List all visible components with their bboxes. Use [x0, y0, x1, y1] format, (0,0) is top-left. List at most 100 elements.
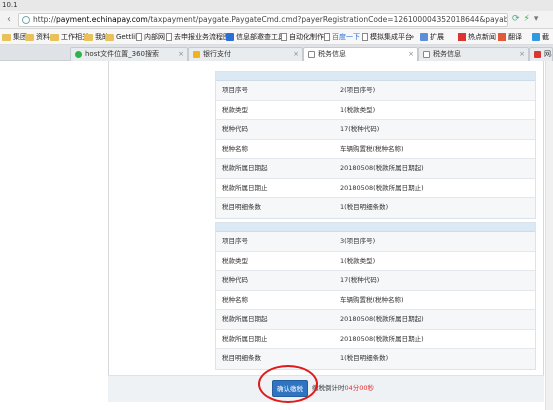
- address-bar: ‹ http://payment.echinapay.com/taxpaymen…: [0, 11, 553, 29]
- window-title-bar: 10.1: [0, 0, 553, 11]
- row-label: 税款所属日期起: [222, 164, 268, 172]
- table-body: 项目序号 3(项目序号) 税款类型 1(税款类型) 税种代码 17(税种代码) 税种名…: [216, 232, 535, 369]
- table-row: 项目序号 2(项目序号): [216, 81, 535, 101]
- menu-icon[interactable]: ▾: [534, 14, 539, 24]
- bookmark-item[interactable]: 集团: [2, 32, 27, 42]
- bookmark-item[interactable]: 热点新闻: [458, 32, 496, 42]
- star-icon: [193, 50, 200, 58]
- url-prefix: http://: [33, 15, 56, 24]
- row-label: 税款类型: [222, 256, 248, 265]
- bookmarks-overflow-icon[interactable]: »: [410, 32, 414, 42]
- row-label: 税款所属日期止: [222, 183, 268, 192]
- row-value: 1(税目明细条数): [340, 203, 389, 211]
- refresh-icon[interactable]: ⟳: [512, 14, 520, 24]
- row-value: 20180508(税款所属日期止): [340, 334, 424, 343]
- tab-tax-info[interactable]: 税务信息 ×: [418, 47, 529, 61]
- row-value: 车辆购置税(税种名称): [340, 144, 404, 153]
- row-value: 2(项目序号): [340, 86, 376, 94]
- row-label: 税款类型: [222, 105, 248, 114]
- table-body: 项目序号 2(项目序号) 税款类型 1(税款类型) 税种代码 17(税种代码) 税种名…: [216, 81, 535, 218]
- tab-bank-pay[interactable]: 银行支付 ×: [188, 47, 303, 61]
- bookmark-item[interactable]: 信息部邀查工具: [226, 32, 285, 42]
- close-icon[interactable]: ×: [178, 48, 184, 60]
- row-value: 20180508(税款所属日期起): [340, 315, 424, 323]
- row-value: 17(税种代码): [340, 276, 380, 284]
- row-label: 税目明细条数: [222, 203, 261, 211]
- page-content: 项目序号 2(项目序号) 税款类型 1(税款类型) 税种代码 17(税种代码) 税种名…: [0, 61, 553, 410]
- close-icon[interactable]: ×: [519, 48, 525, 60]
- table-row: 税种代码 17(税种代码): [216, 120, 535, 140]
- folder-icon: [105, 33, 114, 41]
- news-icon: [458, 33, 466, 41]
- folder-icon: [25, 33, 34, 41]
- table-row: 税目明细条数 1(税目明细条数): [216, 198, 535, 218]
- page-icon: [281, 33, 287, 41]
- bookmark-item[interactable]: Gettlib: [105, 32, 140, 42]
- back-arrow-icon[interactable]: ‹: [3, 14, 15, 26]
- tab-search[interactable]: host文件位置_360搜索 ×: [70, 47, 188, 61]
- table-row: 税种代码 17(税种代码): [216, 271, 535, 291]
- row-label: 税款所属日期起: [222, 315, 268, 323]
- row-value: 1(税目明细条数): [340, 354, 389, 362]
- row-value: 3(项目序号): [340, 237, 376, 245]
- row-value: 17(税种代码): [340, 125, 380, 133]
- table-row: 税款类型 1(税款类型): [216, 100, 535, 120]
- row-value: 1(税款类型): [340, 256, 376, 265]
- table-header: [216, 72, 535, 81]
- row-label: 税种代码: [222, 276, 248, 284]
- table-row: 税种名称 车辆购置税(税种名称): [216, 290, 535, 310]
- bookmark-item[interactable]: 截: [532, 32, 549, 42]
- url-input[interactable]: http://payment.echinapay.com/taxpayment/…: [18, 13, 508, 27]
- table-header: [216, 223, 535, 232]
- table-row: 税款所属日期起 20180508(税款所属日期起): [216, 310, 535, 330]
- tab-bar: host文件位置_360搜索× 银行支付× 税务信息× 税务信息× 网易邮箱: [0, 45, 553, 61]
- tab-mail[interactable]: 网易邮箱: [529, 47, 553, 61]
- bookmark-item[interactable]: 自动化制作: [281, 32, 324, 42]
- bookmark-item[interactable]: 模拟集成平台: [362, 32, 412, 42]
- bookmark-item[interactable]: 百度一下: [324, 32, 360, 42]
- row-label: 项目序号: [222, 86, 248, 94]
- bookmark-item[interactable]: 翻译: [498, 32, 522, 42]
- table-row: 税款所属日期起 20180508(税款所属日期起): [216, 159, 535, 179]
- page-icon: [362, 33, 368, 41]
- row-value: 车辆购置税(税种名称): [340, 295, 404, 304]
- window-title: 10.1: [2, 1, 18, 9]
- translate-icon: [498, 33, 506, 41]
- row-value: 1(税款类型): [340, 105, 376, 114]
- countdown-time: 04分00秒: [344, 384, 375, 392]
- page-icon: [308, 50, 315, 58]
- row-label: 税种代码: [222, 125, 248, 133]
- bookmark-item[interactable]: 扩展: [420, 32, 444, 42]
- table-row: 税款所属日期止 20180508(税款所属日期止): [216, 329, 535, 349]
- lightning-icon[interactable]: ⚡: [524, 14, 530, 24]
- page-icon: [324, 33, 330, 41]
- row-label: 税种名称: [222, 144, 248, 153]
- bookmark-item[interactable]: 资料: [25, 32, 50, 42]
- scrollbar[interactable]: [545, 61, 553, 410]
- info-icon: [226, 33, 234, 41]
- url-host: payment.echinapay.com: [55, 15, 148, 24]
- globe-icon: [22, 16, 30, 24]
- close-icon[interactable]: ×: [408, 48, 414, 60]
- bookmark-item[interactable]: 去申报业务流程图: [166, 32, 230, 42]
- payment-countdown: 缴税倒计时04分00秒: [312, 380, 374, 397]
- 360-icon: [75, 50, 82, 58]
- table-row: 项目序号 3(项目序号): [216, 232, 535, 252]
- folder-icon: [50, 33, 59, 41]
- tab-tax-info-active[interactable]: 税务信息 ×: [303, 47, 418, 61]
- row-value: 20180508(税款所属日期止): [340, 183, 424, 192]
- page-icon: [166, 33, 172, 41]
- close-icon[interactable]: ×: [293, 48, 299, 60]
- table-row: 税目明细条数 1(税目明细条数): [216, 349, 535, 369]
- bookmarks-bar: 集团 资料 工作相关 我的 Gettlib 内部网 去申报业务流程图 信息部邀查…: [0, 29, 553, 45]
- page-icon: [136, 33, 142, 41]
- tax-record-table: 项目序号 3(项目序号) 税款类型 1(税款类型) 税种代码 17(税种代码) 税种名…: [215, 222, 536, 370]
- bookmark-item[interactable]: 内部网: [136, 32, 165, 42]
- url-path: /taxpayment/paygate.PaygateCmd.cmd?payer…: [147, 15, 508, 24]
- folder-icon: [2, 33, 11, 41]
- folder-icon: [84, 33, 93, 41]
- tax-record-table: 项目序号 2(项目序号) 税款类型 1(税款类型) 税种代码 17(税种代码) 税种名…: [215, 71, 536, 219]
- row-label: 项目序号: [222, 237, 248, 245]
- page-icon: [423, 50, 430, 58]
- grid-icon: [420, 33, 428, 41]
